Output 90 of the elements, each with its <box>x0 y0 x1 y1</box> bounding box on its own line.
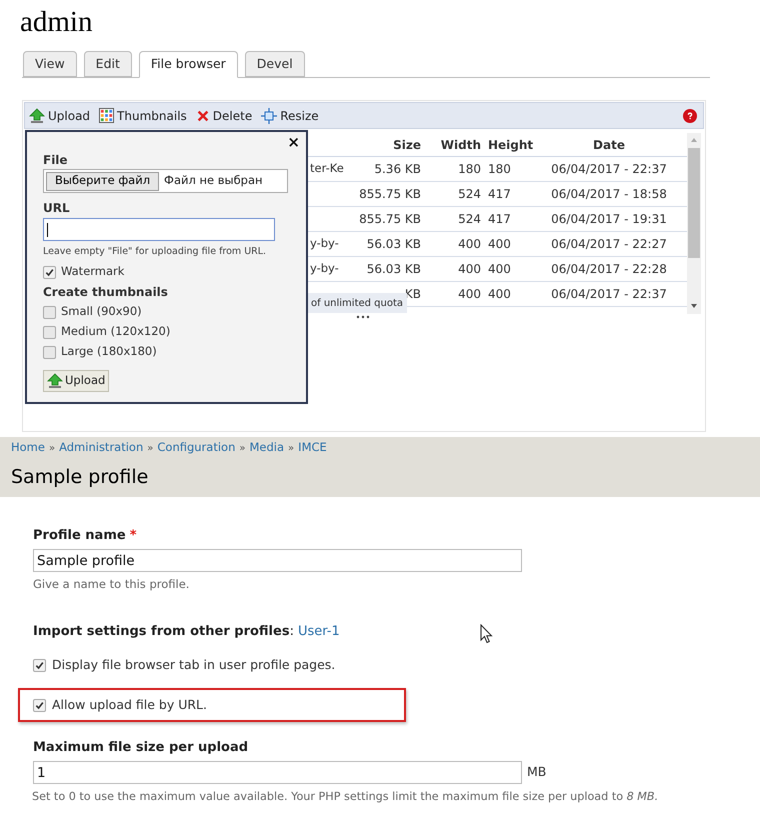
file-status: Файл не выбран <box>164 172 263 190</box>
table-cell: 06/04/2017 - 22:28 <box>551 262 667 276</box>
profile-link[interactable]: User-1 <box>298 624 340 640</box>
table-cell: 06/04/2017 - 22:27 <box>551 237 667 251</box>
mouse-cursor-icon <box>480 624 493 644</box>
breadcrumb-link[interactable]: Home <box>11 439 45 457</box>
checkbox-label: Small (90x90) <box>61 303 142 320</box>
file-input[interactable]: Выберите файл Файл не выбран <box>43 169 288 193</box>
page-title: admin <box>20 5 92 40</box>
close-button[interactable]: × <box>287 133 300 151</box>
table-cell: 524 <box>458 187 481 201</box>
file-name: y-by- <box>310 261 339 276</box>
table-cell: 417 <box>488 187 511 201</box>
breadcrumb-separator: » <box>288 442 294 456</box>
breadcrumb-separator: » <box>48 442 56 456</box>
more-icon[interactable] <box>356 315 370 319</box>
hint-text: Leave empty "File" for uploading file from URL. <box>43 245 268 259</box>
table-cell: 855.75 KB <box>359 187 421 201</box>
toolbar-button[interactable]: Delete <box>196 104 252 128</box>
number-field[interactable]: 1 <box>33 761 522 784</box>
unit-label: MB <box>527 763 546 782</box>
url-input[interactable] <box>43 218 275 241</box>
breadcrumb-link[interactable]: Administration <box>59 439 144 457</box>
field-label: File <box>43 152 69 168</box>
table-cell: 5.36 KB <box>374 162 421 176</box>
checkbox[interactable] <box>43 326 56 338</box>
checkbox-label: Medium (120x120) <box>61 323 170 340</box>
scrollbar[interactable] <box>687 133 701 314</box>
field-label: Maximum file size per upload <box>33 740 250 756</box>
table-cell: 56.03 KB <box>366 237 421 251</box>
column-header[interactable]: Size <box>351 136 421 154</box>
upload-arrow-icon <box>47 373 63 389</box>
checkbox[interactable] <box>33 698 46 712</box>
table-cell: 855.75 KB <box>359 212 421 226</box>
table-cell: 400 <box>458 237 481 251</box>
table-cell: 56.03 KB <box>366 262 421 276</box>
file-name: y-by- <box>310 236 339 250</box>
delete-icon <box>196 108 210 122</box>
table-cell: 400 <box>488 237 511 251</box>
tab[interactable]: Devel <box>244 51 305 77</box>
tab[interactable]: View <box>23 51 77 77</box>
checkbox[interactable] <box>43 266 56 278</box>
table-cell: 180 <box>488 162 511 176</box>
resize-icon <box>261 108 278 124</box>
field-label: URL <box>43 200 71 216</box>
table-cell: 417 <box>488 212 511 226</box>
checkbox-label: Large (180x180) <box>61 343 157 360</box>
table-cell: 400 <box>488 262 511 276</box>
table-cell: 400 <box>458 262 481 276</box>
field-label: Profile name <box>33 528 126 544</box>
text-field[interactable]: Sample profile <box>33 549 522 572</box>
tab[interactable]: Edit <box>84 51 132 77</box>
checkbox[interactable] <box>43 346 56 358</box>
help-icon[interactable] <box>683 108 697 122</box>
toolbar-button[interactable]: Thumbnails <box>99 104 187 128</box>
table-cell: 06/04/2017 - 18:58 <box>551 187 667 201</box>
file-name: ter-Ke <box>310 161 344 176</box>
table-cell: 400 <box>458 287 481 301</box>
import-label: Import settings from other profiles: <box>33 624 294 640</box>
table-cell: 400 <box>488 287 511 301</box>
quota-tooltip: of unlimited quota <box>307 293 408 313</box>
checkbox-label: Allow upload file by URL. <box>52 696 207 714</box>
breadcrumb-link[interactable]: Media <box>250 439 284 457</box>
column-header[interactable]: Width <box>421 136 481 154</box>
grid-icon <box>99 108 114 123</box>
checkbox[interactable] <box>33 658 46 672</box>
field-description: Set to 0 to use the maximum value available. Your PHP settings limit the maximum file size per upload to 8 MB. <box>32 789 660 805</box>
table-cell: 524 <box>458 212 481 226</box>
toolbar-button[interactable]: Upload <box>29 104 90 128</box>
breadcrumb-link[interactable]: IMCE <box>298 439 327 457</box>
required-mark: * <box>130 528 137 544</box>
field-description: Give a name to this profile. <box>33 576 190 592</box>
upload-button[interactable]: Upload <box>43 370 110 392</box>
tab[interactable]: File browser <box>138 51 238 78</box>
table-cell: 06/04/2017 - 22:37 <box>551 287 667 301</box>
page-heading: Sample profile <box>11 465 150 489</box>
breadcrumb-separator: » <box>147 442 154 456</box>
section-label: Create thumbnails <box>43 284 169 300</box>
checkbox-label: Display file browser tab in user profile pages. <box>52 656 336 674</box>
checkbox[interactable] <box>43 306 56 318</box>
choose-file-button[interactable]: Выберите файл <box>46 172 160 190</box>
breadcrumb-link[interactable]: Configuration <box>157 439 236 457</box>
toolbar-button[interactable]: Resize <box>261 104 319 128</box>
column-header[interactable]: Height <box>481 136 531 154</box>
table-cell: 180 <box>458 162 481 176</box>
checkbox-label: Watermark <box>61 263 124 280</box>
upload-arrow-icon <box>29 108 45 124</box>
table-cell: 06/04/2017 - 19:31 <box>551 212 667 226</box>
breadcrumb-separator: » <box>239 442 246 456</box>
table-cell: 06/04/2017 - 22:37 <box>551 162 667 176</box>
